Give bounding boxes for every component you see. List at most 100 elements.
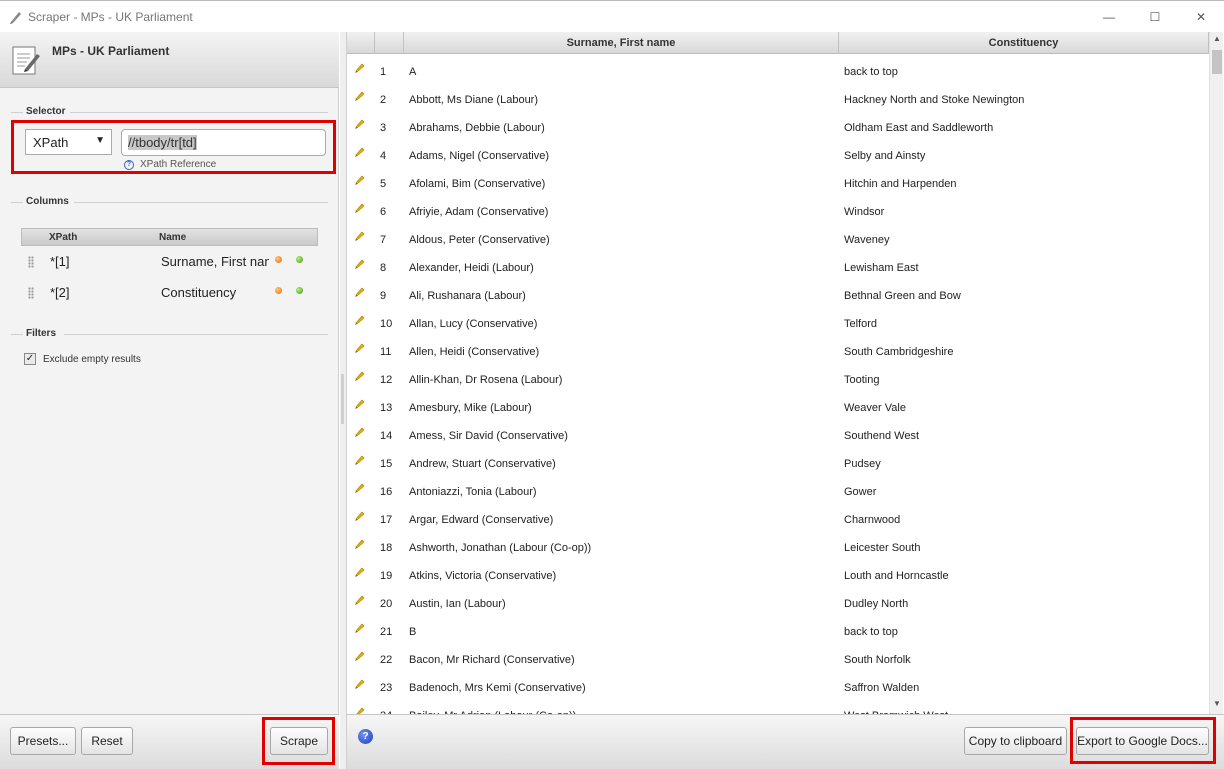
cell-constituency[interactable]: Pudsey — [844, 458, 881, 470]
table-row[interactable]: 4 Adams, Nigel (Conservative) Selby and Ai… — [347, 142, 1207, 170]
cell-name[interactable]: Ali, Rushanara (Labour) — [409, 290, 526, 302]
table-row[interactable]: 1 Aback to top — [347, 58, 1207, 86]
scroll-up-icon[interactable]: ▲ — [1210, 34, 1224, 48]
drag-handle-icon[interactable] — [28, 287, 34, 299]
table-row[interactable]: 18 Ashworth, Jonathan (Labour (Co-op)) Lei… — [347, 534, 1207, 562]
remove-column-icon[interactable] — [275, 256, 282, 263]
drag-handle-icon[interactable] — [28, 256, 34, 268]
table-row[interactable]: 17 Argar, Edward (Conservative) Charnwood — [347, 506, 1207, 534]
remove-column-icon[interactable] — [275, 287, 282, 294]
cell-constituency[interactable]: Leicester South — [844, 542, 920, 554]
cell-constituency[interactable]: Gower — [844, 486, 876, 498]
cell-name[interactable]: Aldous, Peter (Conservative) — [409, 234, 550, 246]
cell-constituency[interactable]: Saffron Walden — [844, 682, 919, 694]
table-row[interactable]: 9 Ali, Rushanara (Labour) Bethnal Green an… — [347, 282, 1207, 310]
presets-button[interactable]: Presets... — [10, 727, 76, 755]
table-row[interactable]: 11 Allen, Heidi (Conservative) South Cambr… — [347, 338, 1207, 366]
cell-name[interactable]: Allan, Lucy (Conservative) — [409, 318, 537, 330]
cell-constituency[interactable]: Selby and Ainsty — [844, 150, 925, 162]
table-row[interactable]: 19 Atkins, Victoria (Conservative) Louth a… — [347, 562, 1207, 590]
cell-name[interactable]: Ashworth, Jonathan (Labour (Co-op)) — [409, 542, 591, 554]
table-row[interactable]: 10 Allan, Lucy (Conservative) Telford — [347, 310, 1207, 338]
header-constituency-column[interactable]: Constituency — [839, 32, 1209, 54]
cell-name[interactable]: Atkins, Victoria (Conservative) — [409, 570, 556, 582]
close-button[interactable]: ✕ — [1178, 1, 1224, 33]
table-row[interactable]: 21 Bback to top — [347, 618, 1207, 646]
cell-name[interactable]: Allin-Khan, Dr Rosena (Labour) — [409, 374, 562, 386]
table-row[interactable]: 20 Austin, Ian (Labour) Dudley North — [347, 590, 1207, 618]
cell-name[interactable]: Afriyie, Adam (Conservative) — [409, 206, 548, 218]
cell-constituency[interactable]: Windsor — [844, 206, 884, 218]
cell-constituency[interactable]: Tooting — [844, 374, 879, 386]
cell-name[interactable]: Andrew, Stuart (Conservative) — [409, 458, 556, 470]
cell-name[interactable]: B — [409, 626, 416, 638]
table-row[interactable]: 3 Abrahams, Debbie (Labour) Oldham East an… — [347, 114, 1207, 142]
cell-constituency[interactable]: Southend West — [844, 430, 919, 442]
cell-name[interactable]: Allen, Heidi (Conservative) — [409, 346, 539, 358]
column-xpath[interactable]: *[1] — [50, 254, 70, 269]
cell-name[interactable]: A — [409, 66, 416, 78]
xpath-input[interactable]: //tbody/tr[td] — [121, 129, 326, 156]
selector-type-dropdown[interactable]: XPath ▼ — [25, 129, 112, 155]
table-row[interactable]: 7 Aldous, Peter (Conservative) Waveney — [347, 226, 1207, 254]
table-row[interactable]: 6 Afriyie, Adam (Conservative) Windsor — [347, 198, 1207, 226]
cell-name[interactable]: Badenoch, Mrs Kemi (Conservative) — [409, 682, 586, 694]
table-row[interactable]: 12 Allin-Khan, Dr Rosena (Labour) Tooting — [347, 366, 1207, 394]
cell-name[interactable]: Bacon, Mr Richard (Conservative) — [409, 654, 575, 666]
vertical-scrollbar[interactable]: ▲ ▼ — [1209, 32, 1223, 715]
table-row[interactable]: 8 Alexander, Heidi (Labour) Lewisham East — [347, 254, 1207, 282]
table-row[interactable]: 15 Andrew, Stuart (Conservative) Pudsey — [347, 450, 1207, 478]
scroll-down-icon[interactable]: ▼ — [1210, 699, 1224, 713]
table-row[interactable]: 5 Afolami, Bim (Conservative) Hitchin and … — [347, 170, 1207, 198]
cell-constituency[interactable]: Weaver Vale — [844, 402, 906, 414]
help-icon[interactable]: ? — [358, 729, 373, 744]
cell-name[interactable]: Amess, Sir David (Conservative) — [409, 430, 568, 442]
table-row[interactable]: 2 Abbott, Ms Diane (Labour) Hackney North … — [347, 86, 1207, 114]
cell-constituency[interactable]: South Norfolk — [844, 654, 911, 666]
cell-constituency[interactable]: South Cambridgeshire — [844, 346, 953, 358]
table-row[interactable]: 22 Bacon, Mr Richard (Conservative) South … — [347, 646, 1207, 674]
xpath-reference-link[interactable]: ? XPath Reference — [124, 159, 216, 170]
cell-constituency[interactable]: Louth and Horncastle — [844, 570, 949, 582]
cell-constituency[interactable]: Dudley North — [844, 598, 908, 610]
cell-constituency[interactable]: Telford — [844, 318, 877, 330]
cell-name[interactable]: Antoniazzi, Tonia (Labour) — [409, 486, 537, 498]
cell-constituency[interactable]: Hackney North and Stoke Newington — [844, 94, 1024, 106]
cell-name[interactable]: Afolami, Bim (Conservative) — [409, 178, 545, 190]
cell-name[interactable]: Amesbury, Mike (Labour) — [409, 402, 532, 414]
column-xpath[interactable]: *[2] — [50, 285, 70, 300]
reset-button[interactable]: Reset — [81, 727, 133, 755]
column-name[interactable]: Constituency — [161, 285, 269, 300]
cell-name[interactable]: Abrahams, Debbie (Labour) — [409, 122, 545, 134]
cell-name[interactable]: Abbott, Ms Diane (Labour) — [409, 94, 538, 106]
cell-name[interactable]: Austin, Ian (Labour) — [409, 598, 506, 610]
cell-name[interactable]: Adams, Nigel (Conservative) — [409, 150, 549, 162]
table-row[interactable]: 23 Badenoch, Mrs Kemi (Conservative) Saffr… — [347, 674, 1207, 702]
header-name-column[interactable]: Surname, First name — [404, 32, 839, 54]
column-row[interactable]: *[2] Constituency — [21, 277, 318, 308]
column-row[interactable]: *[1] Surname, First name — [21, 246, 318, 277]
scrollbar-thumb[interactable] — [1212, 50, 1222, 74]
cell-constituency[interactable]: Charnwood — [844, 514, 900, 526]
cell-constituency[interactable]: Hitchin and Harpenden — [844, 178, 957, 190]
cell-name[interactable]: Alexander, Heidi (Labour) — [409, 262, 534, 274]
cell-constituency[interactable]: back to top — [844, 626, 898, 638]
table-row[interactable]: 14 Amess, Sir David (Conservative) Southen… — [347, 422, 1207, 450]
maximize-button[interactable]: ☐ — [1132, 1, 1178, 33]
table-row[interactable]: 13 Amesbury, Mike (Labour) Weaver Vale — [347, 394, 1207, 422]
cell-constituency[interactable]: back to top — [844, 66, 898, 78]
export-google-docs-button[interactable]: Export to Google Docs... — [1076, 727, 1209, 755]
add-column-icon[interactable] — [296, 287, 303, 294]
minimize-button[interactable]: — — [1086, 1, 1132, 33]
cell-constituency[interactable]: Bethnal Green and Bow — [844, 290, 961, 302]
cell-name[interactable]: Argar, Edward (Conservative) — [409, 514, 553, 526]
scrape-button[interactable]: Scrape — [270, 727, 328, 755]
add-column-icon[interactable] — [296, 256, 303, 263]
table-row[interactable]: 16 Antoniazzi, Tonia (Labour) Gower — [347, 478, 1207, 506]
exclude-empty-checkbox[interactable]: ✓ — [24, 353, 36, 365]
cell-constituency[interactable]: Waveney — [844, 234, 889, 246]
column-name[interactable]: Surname, First name — [161, 254, 269, 269]
copy-to-clipboard-button[interactable]: Copy to clipboard — [964, 727, 1067, 755]
cell-constituency[interactable]: Oldham East and Saddleworth — [844, 122, 993, 134]
exclude-empty-filter[interactable]: ✓ Exclude empty results — [24, 353, 141, 365]
